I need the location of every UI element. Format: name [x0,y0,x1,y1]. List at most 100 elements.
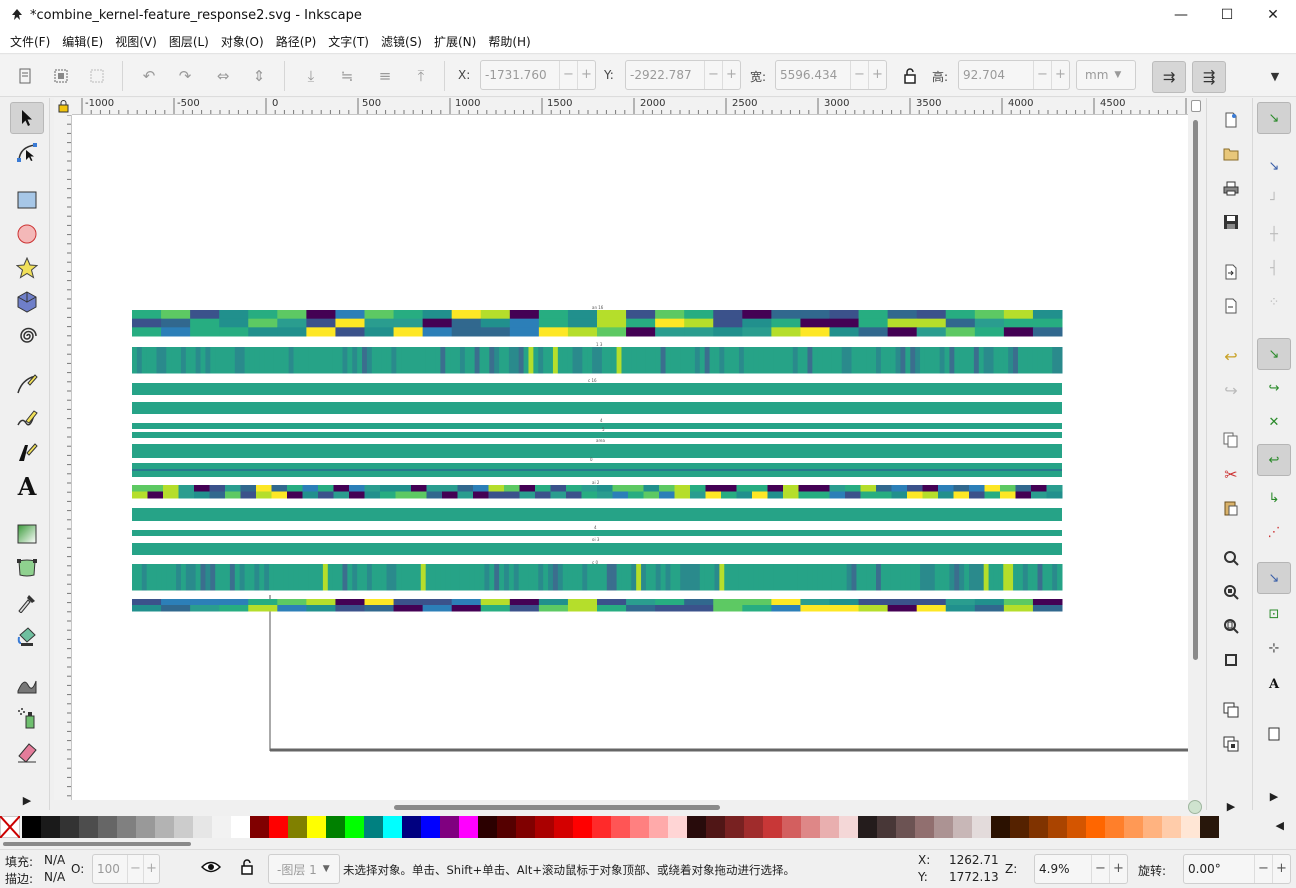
color-swatch[interactable] [877,816,896,838]
color-swatch[interactable] [1124,816,1143,838]
color-swatch[interactable] [383,816,402,838]
color-swatch[interactable] [573,816,592,838]
snap-smooth-nodes-icon[interactable]: ↳ [1257,482,1291,514]
menu-view[interactable]: 视图(V) [109,30,163,54]
stroke-value[interactable]: N/A [44,870,65,884]
color-swatch[interactable] [22,816,41,838]
x-decrement-button[interactable]: − [559,61,577,89]
undo-icon[interactable]: ↩ [1219,344,1243,368]
snap-nodes-icon[interactable]: ↘ [1257,338,1291,370]
scale-corners-toggle[interactable]: ⇶ [1192,61,1226,93]
ellipse-tool-icon[interactable] [10,218,44,250]
color-swatch[interactable] [896,816,915,838]
flip-horizontal-icon[interactable]: ⇔ [210,63,236,89]
fill-value[interactable]: N/A [44,853,65,867]
gradient-tool-icon[interactable] [10,518,44,550]
menu-extensions[interactable]: 扩展(N) [428,30,482,54]
color-swatch[interactable] [839,816,858,838]
opacity-field[interactable]: 100 − + [92,854,160,884]
color-swatch[interactable] [782,816,801,838]
color-swatch[interactable] [649,816,668,838]
drawing-canvas[interactable]: an 16 1 3 c 16 4 5 area 0 ai 2 4 oi 3 c … [72,115,1188,800]
color-swatch[interactable] [421,816,440,838]
color-swatch[interactable] [1181,816,1200,838]
no-paint-icon[interactable] [0,816,20,838]
color-swatch[interactable] [630,816,649,838]
snap-bbox-midpoint-icon[interactable]: ┤ [1257,252,1291,284]
snap-text-baseline-icon[interactable]: A [1257,668,1291,700]
snap-bbox-edge-icon[interactable]: ┘ [1257,184,1291,216]
menu-file[interactable]: 文件(F) [4,30,56,54]
lower-icon[interactable]: ≒ [334,63,360,89]
vertical-scroll-thumb[interactable] [1193,120,1198,660]
color-swatch[interactable] [212,816,231,838]
clone-icon[interactable] [1219,732,1243,756]
document-artwork[interactable]: an 16 1 3 c 16 4 5 area 0 ai 2 4 oi 3 c … [72,115,1188,800]
color-swatch[interactable] [668,816,687,838]
height-increment-button[interactable]: + [1051,61,1069,89]
color-swatch[interactable] [307,816,326,838]
palette-scroll-thumb[interactable] [3,842,191,846]
snap-rotation-center-icon[interactable]: ⊹ [1257,632,1291,664]
duplicate-icon[interactable] [1219,698,1243,722]
color-swatch[interactable] [516,816,535,838]
snap-page-border-icon[interactable] [1257,718,1291,750]
color-swatch[interactable] [497,816,516,838]
color-swatch[interactable] [706,816,725,838]
raise-to-top-icon[interactable]: ⤒ [408,63,434,89]
color-swatch[interactable] [345,816,364,838]
export-icon[interactable] [1219,294,1243,318]
zoom-value[interactable]: 4.9% [1035,862,1091,876]
vertical-scrollbar[interactable] [1188,98,1204,800]
snap-object-center-icon[interactable]: ⊡ [1257,598,1291,630]
zoom-drawing-icon[interactable] [1219,580,1243,604]
zoom-field[interactable]: 4.9% − + [1034,854,1128,884]
color-swatch[interactable] [687,816,706,838]
zoom-out-button[interactable]: − [1091,855,1109,883]
palette-scrollbar[interactable] [0,839,1296,849]
pencil-tool-icon[interactable] [10,402,44,434]
rotate-field[interactable]: 0.00° − + [1183,854,1291,884]
color-swatch[interactable] [155,816,174,838]
color-swatch[interactable] [193,816,212,838]
3d-box-tool-icon[interactable] [10,286,44,318]
color-swatch[interactable] [1200,816,1219,838]
calligraphy-tool-icon[interactable] [10,436,44,468]
color-swatch[interactable] [744,816,763,838]
rotate-cw-icon[interactable]: ↷ [172,63,198,89]
color-swatch[interactable] [763,816,782,838]
color-swatch[interactable] [364,816,383,838]
snap-bbox-corner-icon[interactable]: ┼ [1257,218,1291,250]
guide-lock-icon[interactable] [54,98,72,115]
lock-guides-icon[interactable] [1191,100,1201,112]
width-decrement-button[interactable]: − [850,61,868,89]
menu-object[interactable]: 对象(O) [215,30,270,54]
snapbar-expand-icon[interactable]: ▶ [1257,780,1291,812]
star-tool-icon[interactable] [10,252,44,284]
menu-help[interactable]: 帮助(H) [482,30,536,54]
tweak-tool-icon[interactable] [10,668,44,700]
redo-icon[interactable]: ↪ [1219,378,1243,402]
color-swatch[interactable] [820,816,839,838]
node-tool-icon[interactable] [10,136,44,168]
color-swatch[interactable] [554,816,573,838]
snap-paths-icon[interactable]: ↪ [1257,372,1291,404]
color-swatch[interactable] [41,816,60,838]
eraser-tool-icon[interactable] [10,736,44,768]
opacity-decrement-button[interactable]: − [127,855,143,883]
pen-tool-icon[interactable] [10,368,44,400]
snap-intersections-icon[interactable]: ✕ [1257,406,1291,438]
color-swatch[interactable] [1162,816,1181,838]
snap-enable-icon[interactable]: ↘ [1257,102,1291,134]
color-swatch[interactable] [991,816,1010,838]
toolbox-expand-icon[interactable]: ▶ [10,784,44,816]
deselect-icon[interactable] [84,63,110,89]
color-swatch[interactable] [1105,816,1124,838]
color-swatch[interactable] [478,816,497,838]
color-swatch[interactable] [934,816,953,838]
menu-filters[interactable]: 滤镜(S) [375,30,428,54]
rotate-decrement-button[interactable]: − [1254,855,1272,883]
snap-bbox-icon[interactable]: ↘ [1257,150,1291,182]
menu-layer[interactable]: 图层(L) [163,30,215,54]
select-all-icon[interactable] [12,63,38,89]
